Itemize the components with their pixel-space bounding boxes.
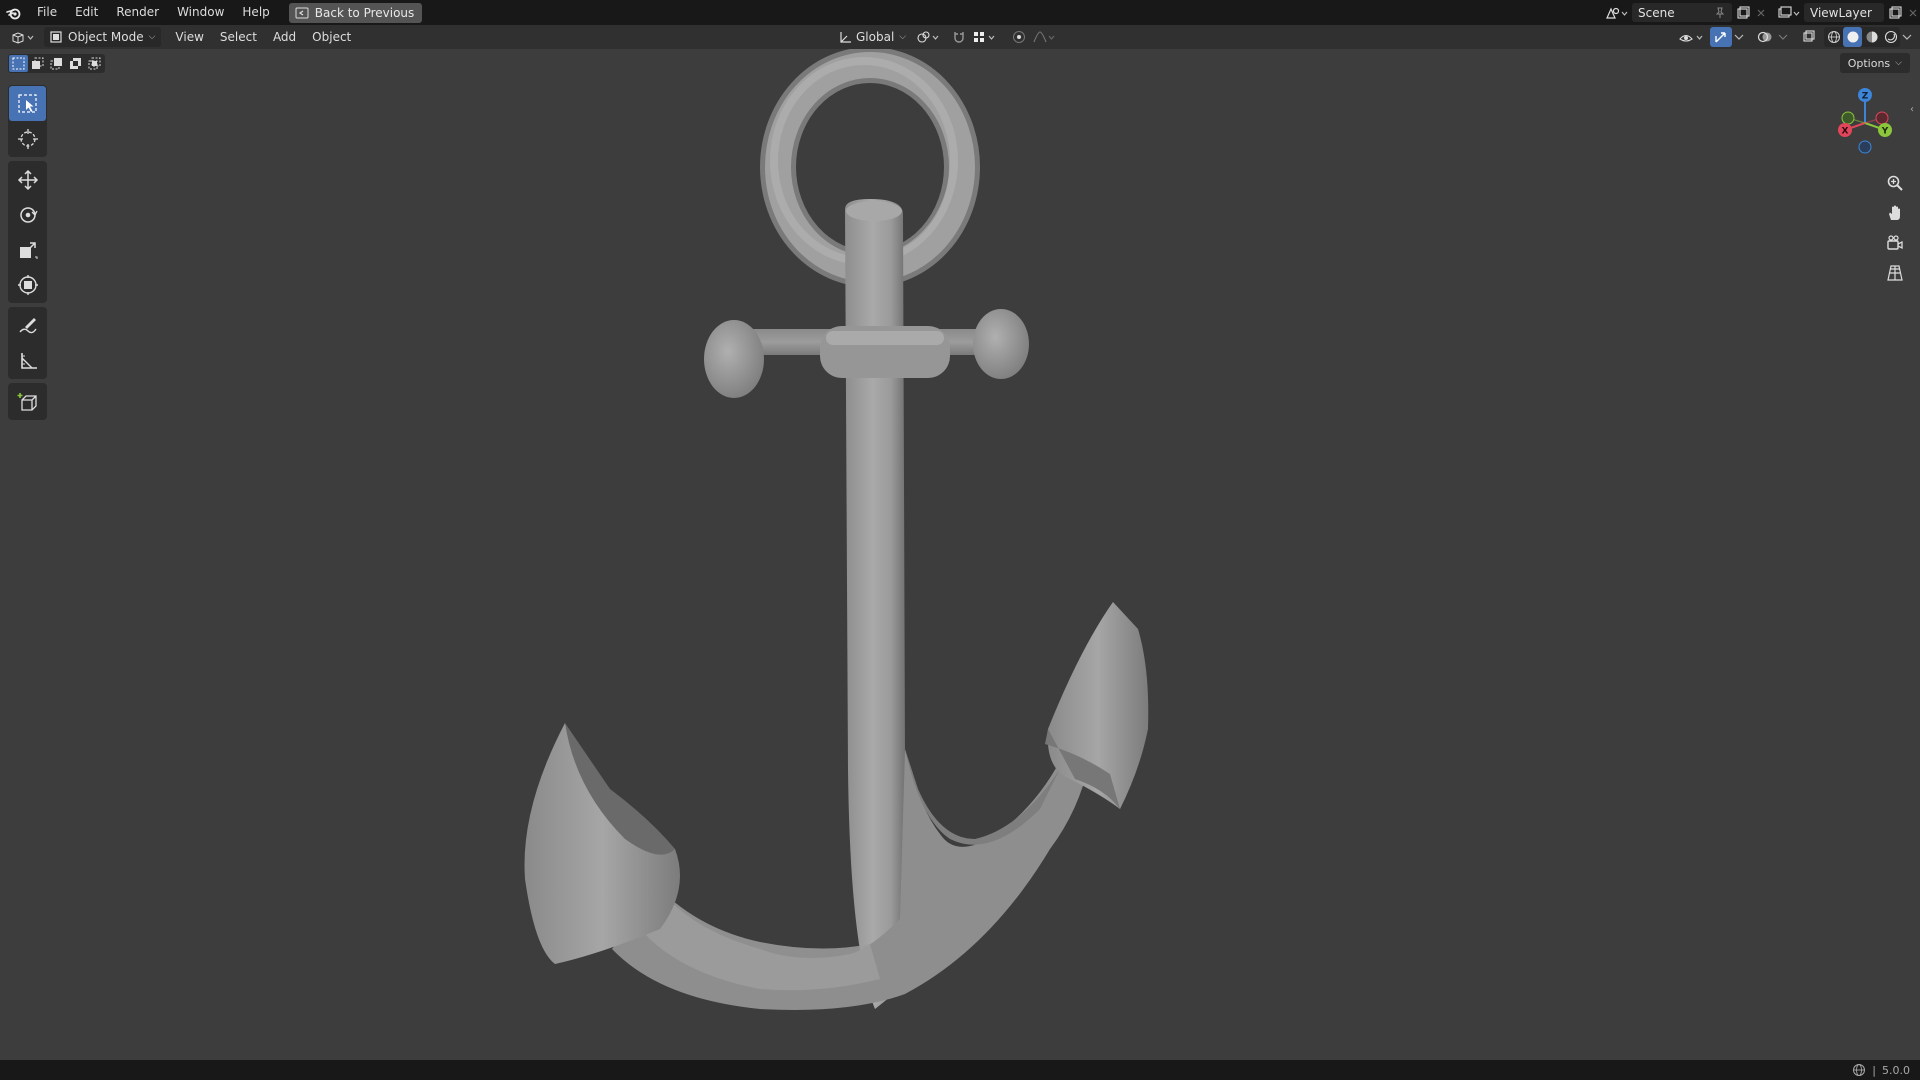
snap-toggle-icon[interactable] (948, 27, 970, 47)
navigation-gizmo[interactable]: Z X Y (1830, 83, 1900, 163)
delete-view-layer-icon[interactable] (1906, 3, 1920, 22)
navigation-buttons (1880, 168, 1910, 288)
anchor-mesh[interactable] (0, 49, 1920, 1060)
menu-select[interactable]: Select (212, 27, 265, 47)
scene-selector-icon[interactable] (1602, 3, 1632, 22)
perspective-grid-icon[interactable] (1880, 258, 1910, 288)
editor-type-button[interactable] (6, 27, 40, 47)
top-menu-bar: File Edit Render Window Help Back to Pre… (0, 0, 1920, 25)
pan-hand-icon[interactable] (1880, 198, 1910, 228)
gizmo-y-label: Y (1881, 127, 1889, 137)
menu-view[interactable]: View (167, 27, 211, 47)
scene-name-field[interactable]: Scene (1632, 3, 1732, 22)
3d-viewport[interactable]: Options ⌵ ‹ Z X Y (0, 49, 1920, 1060)
view-layer-selector-icon[interactable] (1774, 3, 1804, 22)
selection-mode-group (8, 54, 105, 73)
delete-scene-icon[interactable] (1754, 3, 1768, 22)
cursor-tool-icon[interactable] (9, 121, 46, 156)
gizmo-toggle-icon[interactable] (1710, 27, 1732, 47)
tool-group-annotate (8, 307, 47, 379)
sidebar-toggle-icon[interactable]: ‹ (1910, 104, 1920, 124)
gizmo-options-icon[interactable] (1732, 27, 1746, 47)
scale-tool-icon[interactable] (9, 232, 46, 267)
overlays-options-icon[interactable] (1776, 27, 1790, 47)
material-preview-shading-icon[interactable] (1862, 27, 1881, 47)
options-dropdown[interactable]: Options ⌵ (1839, 53, 1910, 73)
pivot-point-icon[interactable] (914, 27, 944, 47)
move-tool-icon[interactable] (9, 162, 46, 197)
object-mode-dropdown[interactable]: Object Mode ⌵ (44, 27, 162, 47)
wireframe-shading-icon[interactable] (1824, 27, 1843, 47)
visibility-icon[interactable] (1676, 27, 1708, 47)
gizmo-x-label: X (1842, 127, 1849, 137)
new-scene-icon[interactable] (1732, 3, 1754, 22)
menu-render[interactable]: Render (107, 0, 168, 25)
globe-icon (1853, 1064, 1866, 1076)
select-extend-icon[interactable] (28, 55, 47, 72)
gizmo-z-label: Z (1862, 92, 1869, 102)
new-view-layer-icon[interactable] (1884, 3, 1906, 22)
transform-tool-icon[interactable] (9, 267, 46, 302)
chevron-down-icon: ⌵ (148, 32, 156, 42)
rendered-shading-icon[interactable] (1881, 27, 1900, 47)
camera-view-icon[interactable] (1880, 228, 1910, 258)
add-cube-tool-icon[interactable] (9, 384, 46, 419)
zoom-icon[interactable] (1880, 168, 1910, 198)
options-label: Options (1847, 56, 1891, 70)
menu-file[interactable]: File (28, 0, 66, 25)
menu-edit[interactable]: Edit (66, 0, 107, 25)
menu-add[interactable]: Add (265, 27, 304, 47)
select-difference-icon[interactable] (66, 55, 85, 72)
view-layer-field[interactable]: ViewLayer (1804, 3, 1884, 22)
xray-toggle-icon[interactable] (1798, 27, 1820, 47)
blender-logo-icon[interactable] (0, 0, 28, 25)
tool-shelf (8, 85, 47, 424)
select-box-tool-icon[interactable] (9, 86, 46, 121)
annotate-tool-icon[interactable] (9, 308, 46, 343)
status-bar: | 5.0.0 (0, 1060, 1920, 1080)
overlays-toggle-icon[interactable] (1754, 27, 1776, 47)
tool-group-add (8, 383, 47, 420)
orientation-axes-icon (840, 32, 851, 43)
back-to-previous-label: Back to Previous (314, 5, 415, 20)
tool-group-transform (8, 161, 47, 303)
blender-window: File Edit Render Window Help Back to Pre… (0, 0, 1920, 1080)
version-label: 5.0.0 (1882, 1063, 1910, 1077)
menu-help[interactable]: Help (233, 0, 278, 25)
top-right-controls: Scene ViewLayer (1602, 0, 1920, 25)
viewport-header: Object Mode ⌵ View Select Add Object Glo… (0, 25, 1920, 49)
3d-viewport-icon (12, 32, 34, 44)
screen-back-icon (295, 7, 309, 18)
orientation-dropdown[interactable]: Global ⌵ (834, 27, 910, 47)
back-to-previous-button[interactable]: Back to Previous (288, 2, 423, 23)
chevron-down-icon: ⌵ (899, 32, 907, 42)
falloff-icon[interactable] (1030, 27, 1060, 47)
pin-icon[interactable] (1714, 7, 1726, 19)
rotate-tool-icon[interactable] (9, 197, 46, 232)
select-intersect-icon[interactable] (85, 55, 104, 72)
snap-target-icon[interactable] (970, 27, 1000, 47)
select-subtract-icon[interactable] (47, 55, 66, 72)
shading-options-icon[interactable] (1900, 27, 1914, 47)
transform-settings: Global ⌵ (834, 27, 1060, 47)
object-mode-label: Object Mode (68, 30, 144, 44)
solid-shading-icon[interactable] (1843, 27, 1862, 47)
orientation-label: Global (856, 30, 895, 44)
menu-object[interactable]: Object (304, 27, 359, 47)
shading-mode-group (1824, 27, 1900, 47)
menu-window[interactable]: Window (168, 0, 233, 25)
measure-tool-icon[interactable] (9, 343, 46, 378)
view-layer-name: ViewLayer (1810, 5, 1872, 20)
anchor-shank (845, 199, 907, 1009)
proportional-editing-icon[interactable] (1008, 27, 1030, 47)
object-mode-icon (50, 31, 62, 43)
separator: | (1872, 1063, 1876, 1077)
viewport-display-controls (1676, 27, 1914, 47)
chevron-down-icon: ⌵ (1895, 58, 1902, 68)
tool-group-select (8, 85, 47, 157)
select-new-icon[interactable] (9, 55, 28, 72)
scene-name: Scene (1638, 5, 1675, 20)
